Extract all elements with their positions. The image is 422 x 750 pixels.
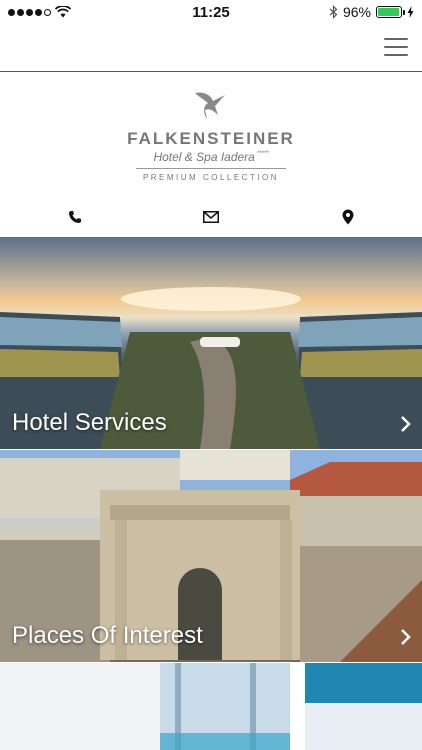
hotel-logo: FALKENSTEINER Hotel & Spa Iadera ***** P… [0, 73, 422, 198]
battery-icon [376, 6, 405, 18]
chevron-right-icon [401, 629, 411, 645]
contact-bar [0, 198, 422, 236]
logo-subtitle: Hotel & Spa Iadera ***** [153, 150, 268, 164]
charging-bolt-icon [407, 6, 414, 18]
pool-photo [0, 663, 422, 750]
battery-fill [378, 8, 400, 16]
logo-stars: ***** [256, 151, 269, 157]
logo-collection: PREMIUM COLLECTION [142, 173, 280, 182]
status-bar-right: 96% [329, 4, 414, 20]
status-bar: 11:25 96% [0, 0, 422, 24]
logo-subtitle-text: Hotel & Spa Iadera [153, 150, 255, 164]
phone-icon[interactable] [65, 207, 85, 227]
map-pin-icon[interactable] [338, 207, 358, 227]
status-bar-left [8, 6, 71, 18]
signal-strength-icon [8, 8, 51, 16]
tile-third[interactable] [0, 663, 422, 750]
logo-divider [136, 168, 286, 169]
envelope-icon[interactable] [201, 207, 221, 227]
top-bar [0, 24, 422, 72]
tile-hotel-services[interactable]: Hotel Services [0, 237, 422, 449]
battery-percentage: 96% [342, 4, 371, 20]
tile-title: Places Of Interest [12, 622, 203, 649]
chevron-right-icon [401, 416, 411, 432]
tile-title: Hotel Services [12, 409, 167, 436]
hamburger-menu-icon[interactable] [384, 38, 408, 56]
swallow-bird-icon [195, 92, 225, 119]
logo-brand: FALKENSTEINER [127, 129, 295, 148]
wifi-icon [55, 6, 71, 18]
bluetooth-icon [329, 5, 338, 19]
tile-places-of-interest[interactable]: Places Of Interest [0, 450, 422, 662]
